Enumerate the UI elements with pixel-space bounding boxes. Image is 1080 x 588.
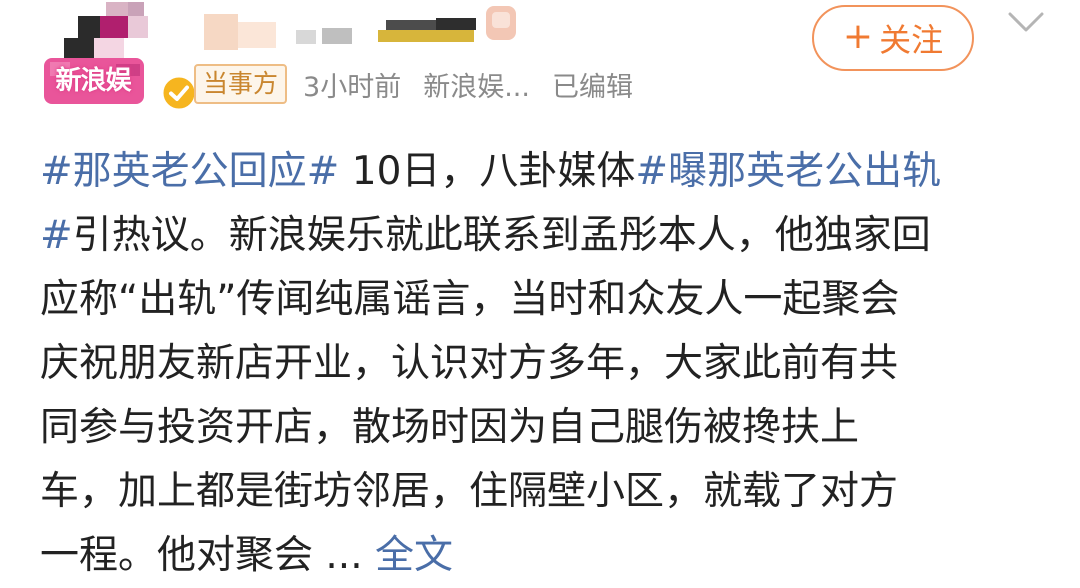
topic-link-1[interactable]: #那英老公回应# xyxy=(40,149,339,194)
post-line-3: 应称“出轨”传闻纯属谣言，当时和众友人一起聚会 xyxy=(40,277,900,322)
post-source[interactable]: 新浪娱... xyxy=(423,65,530,104)
post-line-2: #引热议。新浪娱乐就此联系到孟彤本人，他独家回 xyxy=(40,204,1050,268)
role-badge: 当事方 xyxy=(194,64,288,104)
post-text-7: 一程。他对聚会 ... xyxy=(40,533,375,578)
username-redacted[interactable] xyxy=(196,0,536,56)
post-line-1: #那英老公回应# 10日，八卦媒体#曝那英老公出轨 xyxy=(40,140,1050,204)
plus-icon: + xyxy=(842,15,874,57)
edited-label: 已编辑 xyxy=(551,71,633,103)
verified-badge-icon xyxy=(160,74,198,112)
post-line-6: 车，加上都是街坊邻居，住隔壁小区，就载了对方 xyxy=(40,469,899,514)
avatar-label: 新浪娱 xyxy=(55,66,131,96)
post-line-7: 一程。他对聚会 ... 全文 xyxy=(40,524,1050,588)
post-text-2: 引热议。新浪娱乐就此联系到孟彤本人，他独家回 xyxy=(72,213,931,258)
post-text-1: 10日，八卦媒体 xyxy=(339,149,636,194)
topic-link-2[interactable]: #曝那英老公出轨 xyxy=(635,149,941,194)
post-time[interactable]: 3小时前 xyxy=(303,65,401,104)
post-content: #那英老公回应# 10日，八卦媒体#曝那英老公出轨 #引热议。新浪娱乐就此联系到… xyxy=(40,140,1050,588)
topic-link-2-end[interactable]: # xyxy=(40,213,73,258)
chevron-down-icon[interactable] xyxy=(1004,6,1048,36)
full-text-link[interactable]: 全文 xyxy=(375,533,453,578)
post-line-5: 同参与投资开店，散场时因为自己腿伤被搀扶上 xyxy=(40,405,860,450)
post-meta: 当事方 3小时前 新浪娱... 已编辑 xyxy=(194,62,655,106)
avatar[interactable]: 新浪娱 xyxy=(44,2,198,112)
follow-label: 关注 xyxy=(879,21,944,59)
follow-button[interactable]: + 关注 xyxy=(812,5,974,71)
post-line-4: 庆祝朋友新店开业，认识对方多年，大家此前有共 xyxy=(40,341,899,386)
